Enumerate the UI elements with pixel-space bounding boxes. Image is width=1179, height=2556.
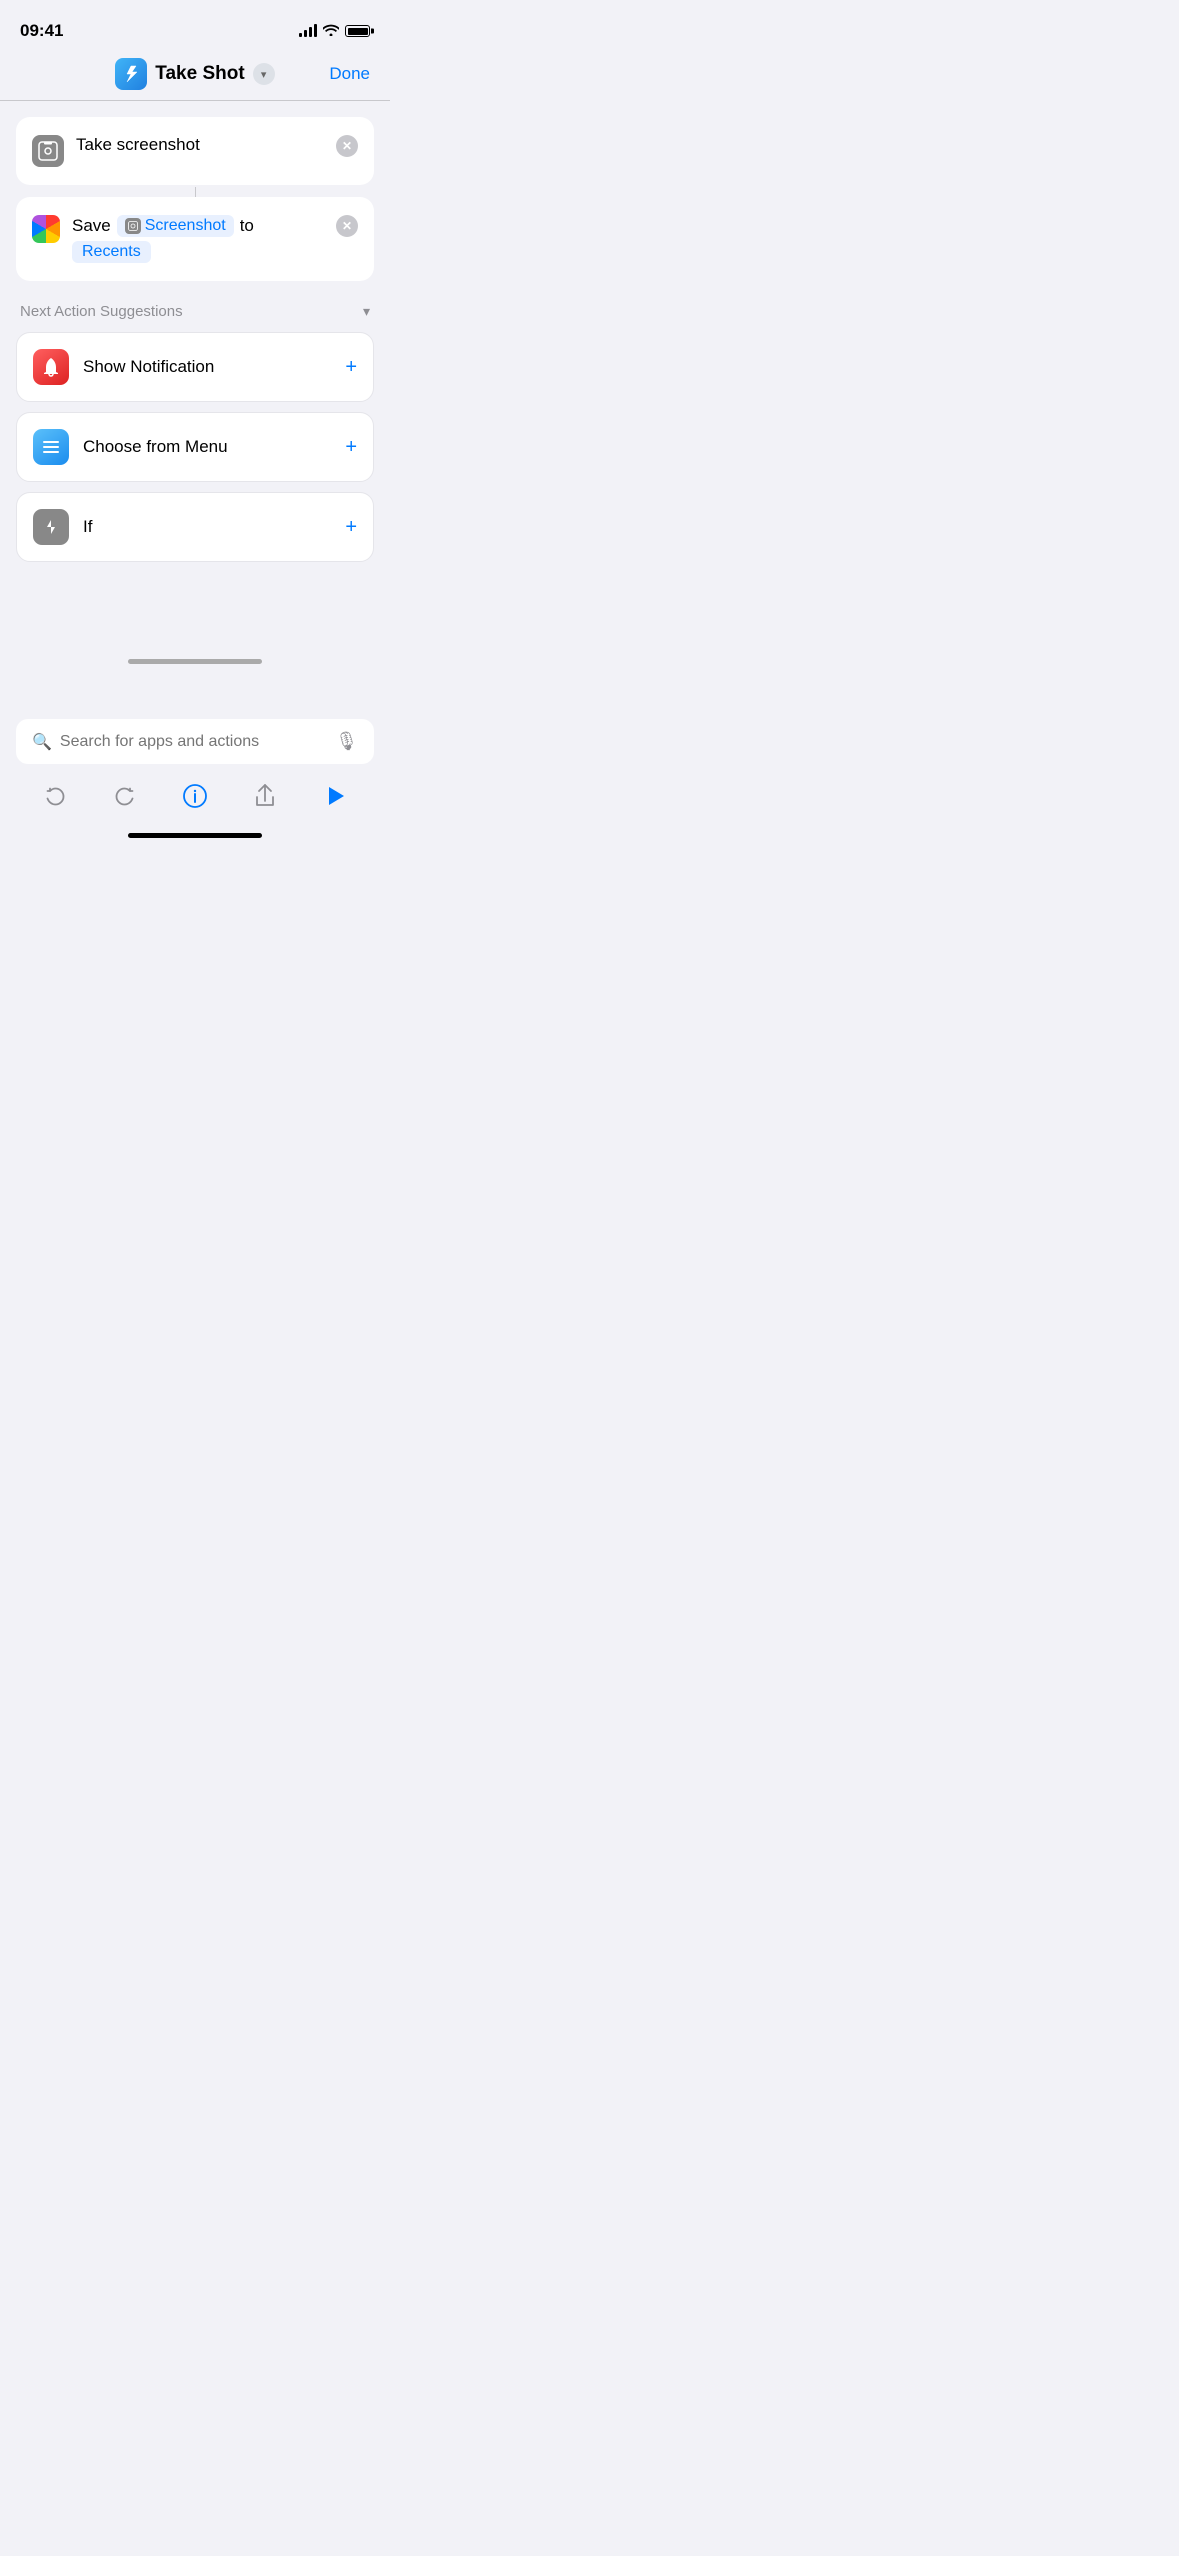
take-screenshot-card[interactable]: Take screenshot ✕ — [16, 117, 374, 185]
take-screenshot-content: Take screenshot — [76, 135, 324, 155]
main-content: Take screenshot ✕ Save Screenshot t — [0, 101, 390, 562]
if-label: If — [83, 517, 331, 537]
recents-token[interactable]: Recents — [72, 241, 151, 263]
save-to-photos-card[interactable]: Save Screenshot to Recents ✕ — [16, 197, 374, 281]
if-add[interactable]: + — [345, 516, 357, 539]
share-button[interactable] — [247, 778, 283, 814]
take-screenshot-label: Take screenshot — [76, 135, 200, 154]
signal-icon — [299, 25, 317, 37]
choose-menu-label: Choose from Menu — [83, 437, 331, 457]
suggestion-show-notification[interactable]: Show Notification + — [16, 332, 374, 402]
nav-title: Take Shot ▾ — [115, 58, 274, 90]
screenshot-token[interactable]: Screenshot — [117, 215, 234, 237]
shortcut-app-icon — [115, 58, 147, 90]
home-indicator — [128, 833, 262, 838]
to-label: to — [240, 216, 254, 236]
menu-icon — [33, 429, 69, 465]
token-label: Screenshot — [145, 217, 226, 235]
show-notification-add[interactable]: + — [345, 356, 357, 379]
info-button[interactable] — [177, 778, 213, 814]
status-bar: 09:41 — [0, 0, 390, 48]
save-label: Save — [72, 216, 111, 236]
run-button[interactable] — [317, 778, 353, 814]
search-icon: 🔍 — [32, 732, 52, 752]
photos-icon — [32, 215, 60, 243]
done-button[interactable]: Done — [329, 64, 370, 84]
suggestions-header[interactable]: Next Action Suggestions ▾ — [16, 283, 374, 332]
show-notification-label: Show Notification — [83, 357, 331, 377]
toolbar — [0, 778, 390, 824]
suggestions-title: Next Action Suggestions — [20, 303, 183, 320]
redo-button[interactable] — [107, 778, 143, 814]
if-icon — [33, 509, 69, 545]
search-input[interactable] — [60, 733, 327, 751]
save-card-row: Save Screenshot to — [72, 215, 324, 237]
connection-line — [195, 187, 196, 197]
notification-icon — [33, 349, 69, 385]
suggestion-if[interactable]: If + — [16, 492, 374, 562]
wifi-icon — [323, 23, 339, 39]
search-bar[interactable]: 🔍 🎙 — [16, 719, 374, 764]
battery-icon — [345, 25, 370, 37]
save-card-content: Save Screenshot to Recents — [72, 215, 324, 263]
suggestion-choose-menu[interactable]: Choose from Menu + — [16, 412, 374, 482]
choose-menu-add[interactable]: + — [345, 436, 357, 459]
nav-bar: Take Shot ▾ Done — [0, 48, 390, 100]
status-time: 09:41 — [20, 21, 63, 41]
take-screenshot-close[interactable]: ✕ — [336, 135, 358, 157]
save-card-close[interactable]: ✕ — [336, 215, 358, 237]
title-chevron-icon[interactable]: ▾ — [253, 63, 275, 85]
status-icons — [299, 23, 370, 39]
token-icon — [125, 218, 141, 234]
undo-button[interactable] — [37, 778, 73, 814]
search-bar-container: 🔍 🎙 — [16, 719, 374, 764]
suggestions-chevron-icon: ▾ — [363, 303, 370, 320]
sheet-handle — [128, 659, 262, 664]
shortcut-title: Take Shot — [155, 63, 244, 85]
mic-icon[interactable]: 🎙 — [335, 731, 358, 752]
take-screenshot-icon — [32, 135, 64, 167]
